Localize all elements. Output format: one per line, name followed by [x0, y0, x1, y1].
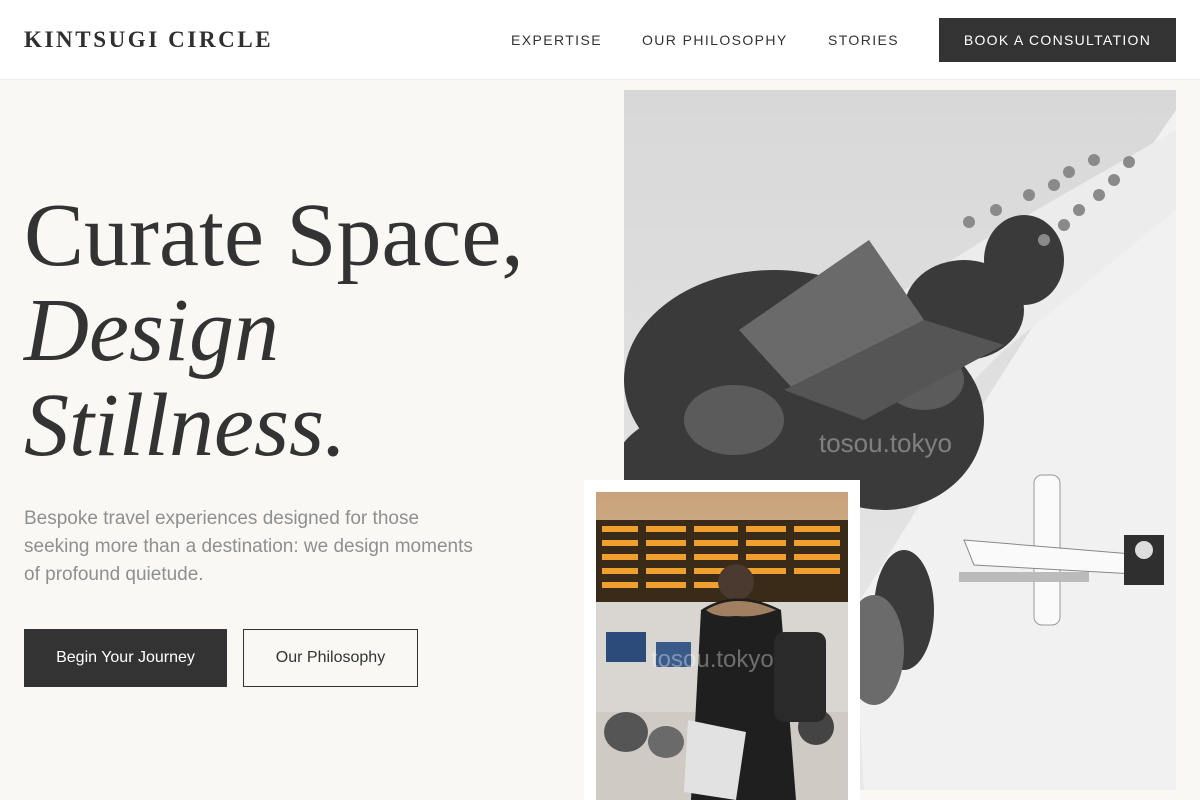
nav-stories[interactable]: STORIES [828, 32, 899, 48]
begin-journey-button[interactable]: Begin Your Journey [24, 629, 227, 687]
site-header: KINTSUGI CIRCLE EXPERTISE OUR PHILOSOPHY… [0, 0, 1200, 80]
brand-logo[interactable]: KINTSUGI CIRCLE [24, 27, 273, 53]
hero-title-line3: Stillness. [24, 376, 347, 475]
main-image-watermark: tosou.tokyo [819, 428, 952, 458]
nav-our-philosophy[interactable]: OUR PHILOSOPHY [642, 32, 788, 48]
airport-traveler-image: tosou.tokyo [596, 492, 848, 800]
hero-title: Curate Space, Design Stillness. [24, 188, 524, 473]
our-philosophy-button[interactable]: Our Philosophy [243, 629, 418, 687]
airport-image-watermark: tosou.tokyo [651, 646, 774, 673]
hero-title-line2: Design [24, 281, 279, 380]
nav-expertise[interactable]: EXPERTISE [511, 32, 602, 48]
hero-title-line1: Curate Space, [24, 186, 524, 285]
hero-subtitle: Bespoke travel experiences designed for … [24, 508, 473, 585]
book-consultation-button[interactable]: BOOK A CONSULTATION [939, 18, 1176, 62]
